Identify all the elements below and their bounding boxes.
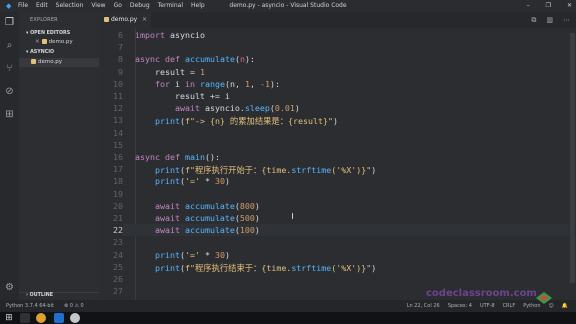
editor-actions: ⧉ ▥ ⋯ [531, 12, 570, 28]
code-line[interactable]: import asyncio [135, 30, 205, 40]
code-line[interactable]: await accumulate(500) [135, 213, 260, 223]
line-number: 25 [113, 261, 123, 272]
editor-area: demo.py × ⧉ ▥ ⋯ 6 import asyncio 7 8 async d… [99, 12, 576, 312]
status-bar: Python 3.7.4 64-bit ⊗ 0 ⚠ 0 Ln 22, Col 2… [0, 300, 576, 312]
line-number: 26 [113, 274, 123, 284]
app-icon[interactable] [70, 313, 80, 323]
line-number: 24 [113, 249, 123, 260]
open-editors-section[interactable]: ▾ OPEN EDITORS [26, 31, 70, 36]
explorer-sidebar: EXPLORER ▾ OPEN EDITORS ✕ demo.py ▾ ASYNC… [19, 12, 99, 312]
code-line[interactable]: result = 1 [135, 67, 205, 77]
line-number: 17 [113, 164, 123, 175]
line-number: 20 [113, 200, 123, 211]
window-title: demo.py - asyncio - Visual Studio Code [229, 2, 347, 9]
code-line[interactable]: await accumulate(800) [135, 201, 260, 211]
split-editor-icon[interactable]: ▥ [546, 12, 553, 28]
watermark: codeclassroom.com [426, 288, 537, 299]
browser-icon[interactable] [36, 313, 46, 323]
window-controls: – ❐ ✕ [527, 0, 572, 12]
activity-bar: ❐ ⌕ ⑂ ⊘ ⊞ ⚙ [0, 12, 19, 312]
more-actions-icon[interactable]: ⋯ [563, 12, 570, 28]
watermark-logo-icon [536, 292, 552, 304]
code-line[interactable]: print(f"程序执行开始于：{time.strftime('%X')}") [135, 164, 376, 176]
close-icon[interactable]: ✕ [35, 39, 40, 45]
code-line[interactable]: print('=' * 30) [135, 176, 230, 186]
source-control-icon[interactable]: ⑂ [4, 63, 15, 74]
tab-bar: demo.py × ⧉ ▥ ⋯ [99, 12, 576, 28]
cursor-position[interactable]: Ln 22, Col 26 [407, 300, 440, 312]
line-number: 10 [113, 78, 123, 89]
code-line[interactable]: await asyncio.sleep(0.01) [135, 103, 300, 113]
outline-section[interactable]: › OUTLINE [26, 293, 53, 298]
code-line[interactable]: async def main(): [135, 152, 220, 162]
editor-scrollbar[interactable] [569, 28, 576, 312]
task-view-icon[interactable] [20, 313, 30, 323]
open-editor-item[interactable]: ✕ demo.py [35, 39, 73, 45]
line-number: 16 [113, 152, 123, 162]
python-file-icon [31, 59, 36, 64]
line-number: 9 [118, 66, 123, 77]
settings-gear-icon[interactable]: ⚙ [4, 282, 15, 293]
debug-icon[interactable]: ⊘ [4, 86, 15, 97]
file-demo-py[interactable]: demo.py [31, 59, 62, 65]
code-line[interactable]: await accumulate(100) [135, 225, 260, 235]
code-editor[interactable]: 6 import asyncio 7 8 async def accumulate(n)… [99, 28, 569, 312]
tab-demo-py[interactable]: demo.py × [99, 12, 151, 28]
vscode-taskbar-icon[interactable] [54, 313, 64, 323]
line-number: 7 [118, 42, 123, 53]
title-bar: ◆ File Edit Selection View Go Debug Term… [0, 0, 576, 12]
line-number: 11 [113, 91, 123, 101]
restore-icon[interactable]: ❐ [546, 0, 551, 12]
line-number: 18 [113, 176, 123, 187]
code-line[interactable]: print('=' * 30) [135, 250, 230, 260]
problems-count[interactable]: ⊗ 0 ⚠ 0 [64, 300, 84, 312]
line-number: 21 [113, 213, 123, 223]
code-line[interactable]: async def accumulate(n): [135, 54, 255, 64]
line-number: 19 [113, 188, 123, 199]
code-line[interactable]: result += i [135, 91, 230, 101]
close-window-icon[interactable]: ✕ [567, 0, 572, 12]
notifications-icon[interactable]: 🔔 [562, 300, 568, 312]
python-file-icon [104, 17, 109, 22]
vscode-window: ◆ File Edit Selection View Go Debug Term… [0, 0, 576, 324]
code-line[interactable]: for i in range(n, 1, -1): [135, 79, 280, 89]
open-preview-icon[interactable]: ⧉ [531, 12, 536, 28]
line-number: 8 [118, 54, 123, 65]
mouse-cursor-icon [292, 213, 296, 219]
os-taskbar: ⊞ [0, 312, 576, 324]
python-file-icon [41, 39, 47, 44]
tab-close-icon[interactable]: × [142, 12, 147, 28]
code-line[interactable]: print(f"-> {n} 的累加结果是：{result}") [135, 115, 338, 127]
scrollbar-thumb[interactable] [570, 33, 575, 283]
code-line[interactable]: print(f"程序执行结束于：{time.strftime('%X')}") [135, 262, 376, 274]
line-number: 22 [113, 225, 123, 236]
start-icon[interactable]: ⊞ [4, 313, 14, 323]
extensions-icon[interactable]: ⊞ [4, 109, 15, 120]
folder-asyncio[interactable]: ▾ ASYNCIO [26, 50, 54, 55]
line-number: 13 [113, 115, 123, 126]
explorer-icon[interactable]: ❐ [4, 17, 15, 28]
line-number: 15 [113, 139, 123, 150]
minimize-icon[interactable]: – [527, 0, 530, 12]
line-number: 27 [113, 286, 123, 297]
line-number: 6 [118, 30, 123, 40]
line-number: 23 [113, 237, 123, 248]
line-number: 14 [113, 127, 123, 138]
line-ending[interactable]: CRLF [503, 300, 516, 312]
encoding[interactable]: UTF-8 [480, 300, 495, 312]
python-interpreter[interactable]: Python 3.7.4 64-bit [6, 300, 54, 312]
search-icon[interactable]: ⌕ [4, 40, 15, 51]
explorer-title: EXPLORER [30, 17, 58, 23]
line-number: 12 [113, 103, 123, 114]
indentation[interactable]: Spaces: 4 [448, 300, 472, 312]
